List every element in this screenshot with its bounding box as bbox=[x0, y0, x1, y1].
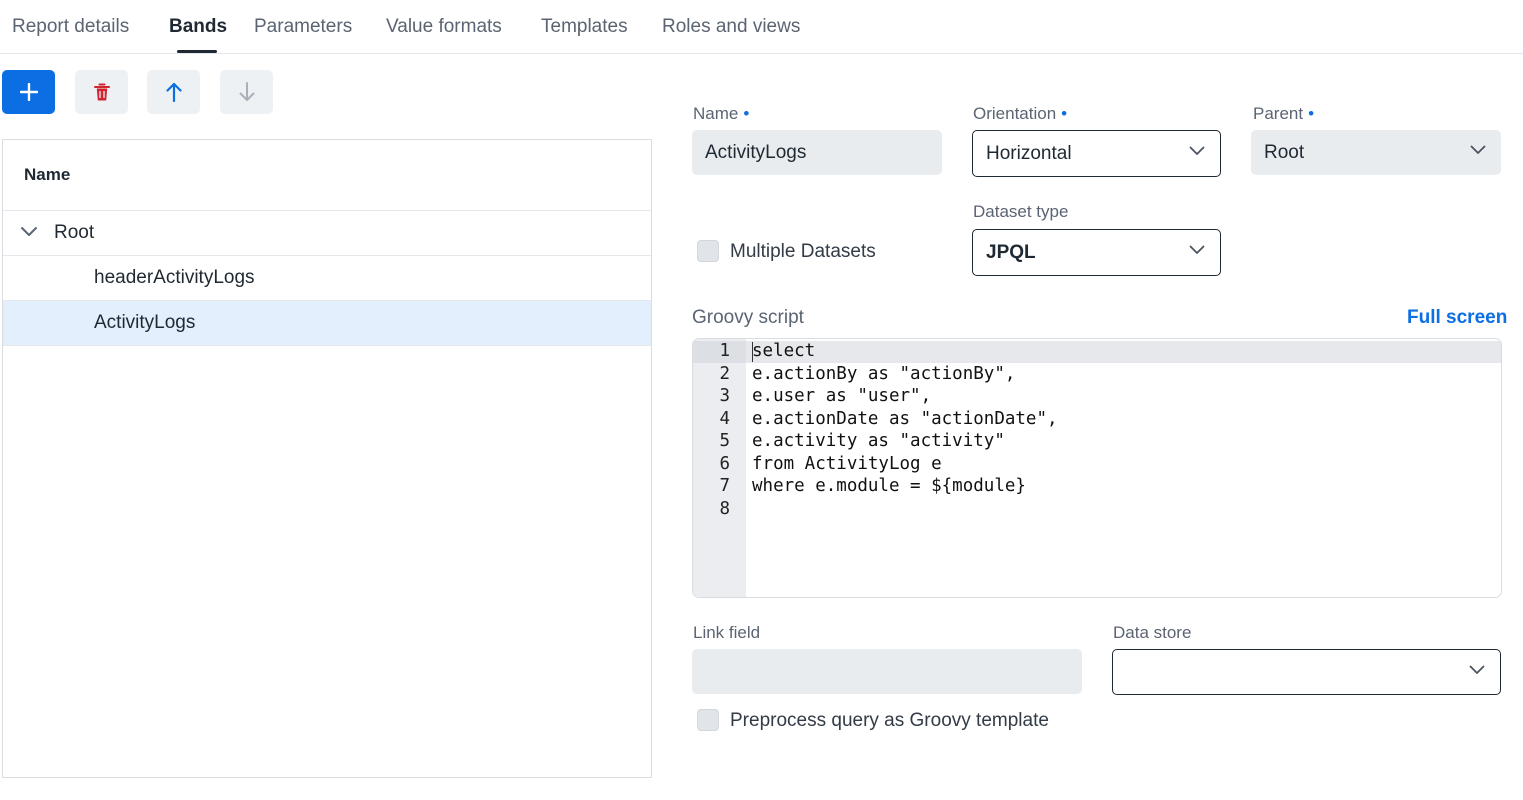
code-line[interactable]: 4 e.actionDate as "actionDate", bbox=[693, 408, 1501, 431]
chevron-down-icon[interactable] bbox=[20, 225, 38, 237]
tab-templates[interactable]: Templates bbox=[541, 16, 628, 38]
arrow-up-icon bbox=[165, 82, 182, 102]
bands-tree: Name Root headerActivityLogs ActivityLog… bbox=[2, 139, 652, 778]
orientation-select[interactable]: Horizontal bbox=[972, 130, 1221, 177]
chevron-down-icon bbox=[1189, 146, 1205, 155]
code-line[interactable]: 1 select bbox=[693, 340, 1501, 363]
tab-bands[interactable]: Bands bbox=[169, 16, 227, 38]
tree-row-activity-logs[interactable]: ActivityLogs bbox=[3, 301, 651, 346]
delete-band-button[interactable] bbox=[75, 70, 128, 114]
code-line[interactable]: 2 e.actionBy as "actionBy", bbox=[693, 363, 1501, 386]
chevron-down-icon bbox=[1189, 245, 1205, 254]
tree-column-header[interactable]: Name bbox=[3, 140, 651, 211]
tab-report-details[interactable]: Report details bbox=[12, 16, 129, 38]
code-line[interactable]: 8 bbox=[693, 498, 1501, 521]
name-input[interactable]: ActivityLogs bbox=[692, 130, 942, 175]
multiple-datasets-checkbox[interactable] bbox=[697, 240, 719, 262]
move-up-button[interactable] bbox=[147, 70, 200, 114]
tree-row-root[interactable]: Root bbox=[3, 211, 651, 256]
link-field-label: Link field bbox=[693, 623, 761, 642]
tab-roles-and-views[interactable]: Roles and views bbox=[662, 16, 800, 38]
parent-label: Parent • bbox=[1253, 104, 1315, 123]
code-line[interactable]: 3 e.user as "user", bbox=[693, 385, 1501, 408]
dataset-type-select[interactable]: JPQL bbox=[972, 229, 1221, 276]
orientation-label: Orientation • bbox=[973, 104, 1068, 123]
link-field-input[interactable] bbox=[692, 649, 1082, 694]
preprocess-checkbox[interactable] bbox=[697, 709, 719, 731]
plus-icon bbox=[19, 83, 38, 101]
multiple-datasets-label: Multiple Datasets bbox=[730, 241, 876, 262]
tab-parameters[interactable]: Parameters bbox=[254, 16, 352, 38]
code-line[interactable]: 7 where e.module = ${module} bbox=[693, 475, 1501, 498]
tree-row-header-activity-logs[interactable]: headerActivityLogs bbox=[3, 256, 651, 301]
arrow-down-icon bbox=[239, 82, 254, 101]
tree-row-label: headerActivityLogs bbox=[94, 267, 255, 288]
tab-value-formats[interactable]: Value formats bbox=[386, 16, 502, 38]
data-store-select[interactable] bbox=[1112, 649, 1501, 695]
active-tab-indicator bbox=[177, 50, 217, 53]
add-band-button[interactable] bbox=[2, 70, 55, 114]
code-line[interactable]: 5 e.activity as "activity" bbox=[693, 430, 1501, 453]
code-editor[interactable]: 1 select 2 e.actionBy as "actionBy", 3 e.us… bbox=[692, 338, 1502, 598]
dataset-type-label: Dataset type bbox=[973, 202, 1069, 221]
tree-row-label: ActivityLogs bbox=[94, 312, 196, 333]
chevron-down-icon bbox=[1470, 145, 1486, 154]
full-screen-link[interactable]: Full screen bbox=[1407, 307, 1507, 329]
move-down-button[interactable] bbox=[220, 70, 273, 114]
preprocess-label: Preprocess query as Groovy template bbox=[730, 710, 1049, 731]
name-label: Name • bbox=[693, 104, 750, 123]
parent-select[interactable]: Root bbox=[1251, 130, 1501, 175]
groovy-script-label: Groovy script bbox=[692, 307, 804, 328]
tree-row-label: Root bbox=[54, 222, 95, 243]
code-line[interactable]: 6 from ActivityLog e bbox=[693, 453, 1501, 476]
chevron-down-icon bbox=[1469, 665, 1485, 674]
tab-bar: Report details Bands Parameters Value fo… bbox=[0, 0, 1523, 54]
trash-icon bbox=[93, 83, 110, 100]
data-store-label: Data store bbox=[1113, 623, 1192, 642]
